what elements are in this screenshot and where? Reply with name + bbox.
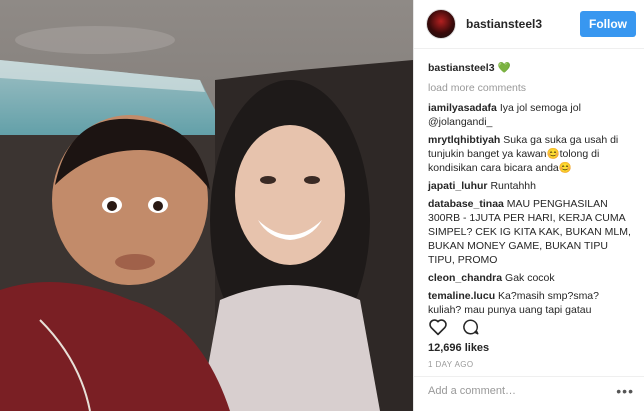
- comment-item: japati_luhur Runtahhh: [428, 179, 632, 193]
- comment-text: Runtahhh: [490, 180, 536, 192]
- load-more-comments[interactable]: load more comments: [428, 81, 632, 95]
- comment-bubble-icon[interactable]: [462, 318, 480, 341]
- comments-list[interactable]: bastiansteel3 💚 load more comments iamil…: [414, 49, 644, 319]
- comment-username[interactable]: cleon_chandra: [428, 272, 502, 284]
- comment-username[interactable]: japati_luhur: [428, 180, 488, 192]
- comment-text: Gak cocok: [505, 272, 555, 284]
- header-username[interactable]: bastiansteel3: [466, 17, 580, 31]
- add-comment-input[interactable]: Add a comment… •••: [414, 376, 644, 411]
- comment-item: database_tinaa MAU PENGHASILAN 300RB - 1…: [428, 197, 632, 267]
- comment-item: iamilyasadafa Iya jol semoga jol @jolang…: [428, 101, 632, 129]
- ellipsis-icon[interactable]: •••: [616, 383, 634, 399]
- post-sidebar: bastiansteel3 Follow bastiansteel3 💚 loa…: [413, 0, 644, 411]
- comment-username[interactable]: iamilyasadafa: [428, 102, 497, 114]
- comment-username[interactable]: mrytlqhibtiyah: [428, 134, 500, 146]
- post-timestamp: 1 DAY AGO: [428, 360, 474, 369]
- comment-username[interactable]: database_tinaa: [428, 198, 504, 210]
- post-header: bastiansteel3 Follow: [414, 0, 644, 49]
- comment-username[interactable]: temaline.lucu: [428, 290, 495, 302]
- avatar[interactable]: [426, 9, 456, 39]
- heart-outline-icon[interactable]: [428, 318, 448, 341]
- instagram-post: bastiansteel3 Follow bastiansteel3 💚 loa…: [0, 0, 644, 411]
- green-heart-icon: 💚: [497, 62, 511, 74]
- caption-username[interactable]: bastiansteel3: [428, 62, 495, 74]
- post-photo[interactable]: [0, 0, 413, 411]
- comment-item: cleon_chandra Gak cocok: [428, 271, 632, 285]
- follow-button[interactable]: Follow: [580, 11, 636, 37]
- likes-count[interactable]: 12,696 likes: [428, 342, 489, 354]
- add-comment-placeholder: Add a comment…: [428, 385, 517, 397]
- caption: bastiansteel3 💚: [428, 61, 632, 75]
- comment-item: temaline.lucu Ka?masih smp?sma?kuliah? m…: [428, 289, 632, 319]
- action-bar: [428, 318, 480, 341]
- comment-item: mrytlqhibtiyah Suka ga suka ga usah di t…: [428, 133, 632, 175]
